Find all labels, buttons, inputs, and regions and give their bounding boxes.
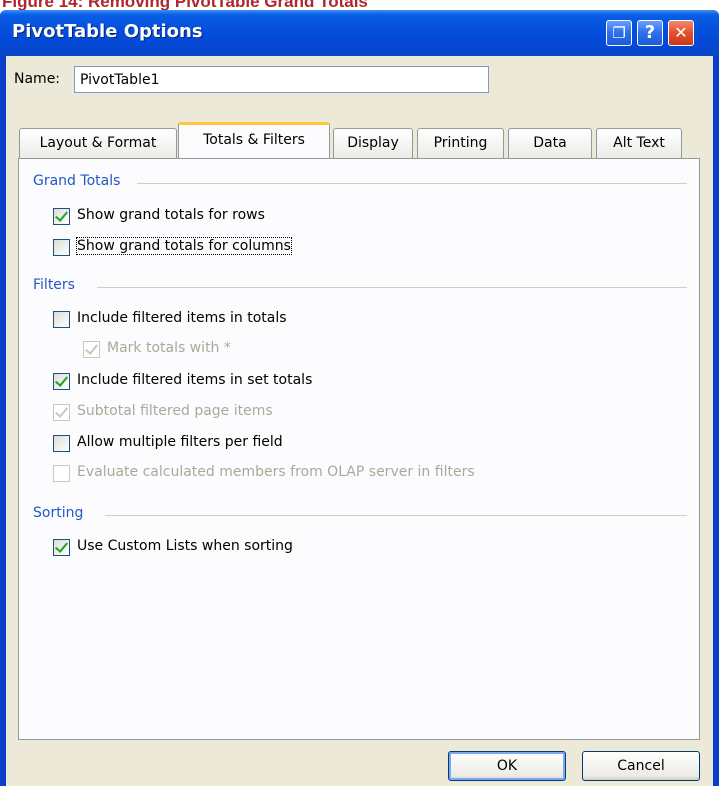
checkbox-label-include-filtered-totals[interactable]: Include filtered items in totals [77, 310, 287, 326]
tab-totals-filters[interactable]: Totals & Filters [178, 122, 330, 158]
checkbox-label-custom-lists-sorting[interactable]: Use Custom Lists when sorting [77, 538, 293, 554]
section-divider [97, 287, 687, 288]
help-button[interactable]: ? [637, 20, 663, 46]
checkbox-subtotal-filtered-page [53, 404, 70, 421]
tab-data[interactable]: Data [508, 128, 592, 158]
checkbox-label-subtotal-filtered-page: Subtotal filtered page items [77, 403, 273, 419]
checkbox-label-include-filtered-set-totals[interactable]: Include filtered items in set totals [77, 372, 312, 388]
checkbox-custom-lists-sorting[interactable] [53, 539, 70, 556]
checkbox-label-evaluate-olap: Evaluate calculated members from OLAP se… [77, 464, 475, 480]
checkbox-mark-totals [83, 341, 100, 358]
section-divider [137, 183, 687, 184]
checkbox-multiple-filters[interactable] [53, 435, 70, 452]
checkbox-evaluate-olap [53, 465, 70, 482]
name-label: Name: [14, 71, 61, 87]
checkbox-label-multiple-filters[interactable]: Allow multiple filters per field [77, 434, 283, 450]
tab-layout-format[interactable]: Layout & Format [19, 128, 177, 158]
checkbox-include-filtered-totals[interactable] [53, 311, 70, 328]
checkbox-grand-totals-columns[interactable] [53, 239, 70, 256]
close-icon: ✕ [674, 23, 688, 42]
name-input[interactable] [74, 66, 489, 93]
tab-display[interactable]: Display [333, 128, 413, 158]
section-divider [105, 515, 687, 516]
section-heading-filters: Filters [33, 277, 75, 293]
pivottable-options-dialog: PivotTable Options ❐ ? ✕ Name: Layout & … [0, 10, 719, 786]
checkbox-label-mark-totals: Mark totals with * [107, 340, 231, 356]
tab-alt-text[interactable]: Alt Text [596, 128, 682, 158]
tab-printing[interactable]: Printing [417, 128, 504, 158]
dialog-body: Name: Layout & Format Totals & Filters D… [6, 56, 713, 786]
checkbox-include-filtered-set-totals[interactable] [53, 373, 70, 390]
tab-panel-totals-filters: Grand Totals Show grand totals for rows … [18, 158, 700, 740]
close-button[interactable]: ✕ [668, 20, 694, 46]
checkbox-grand-totals-rows[interactable] [53, 208, 70, 225]
restore-icon: ❐ [612, 24, 626, 42]
help-icon: ? [644, 22, 656, 43]
window-title: PivotTable Options [12, 21, 203, 42]
checkbox-label-grand-totals-rows[interactable]: Show grand totals for rows [77, 207, 265, 223]
checkbox-label-grand-totals-columns[interactable]: Show grand totals for columns [76, 237, 292, 255]
restore-button[interactable]: ❐ [606, 20, 632, 46]
section-heading-grand-totals: Grand Totals [33, 173, 121, 189]
title-bar[interactable]: PivotTable Options ❐ ? ✕ [0, 10, 719, 56]
section-heading-sorting: Sorting [33, 505, 84, 521]
ok-button[interactable]: OK [448, 751, 566, 781]
cancel-button[interactable]: Cancel [582, 751, 700, 781]
